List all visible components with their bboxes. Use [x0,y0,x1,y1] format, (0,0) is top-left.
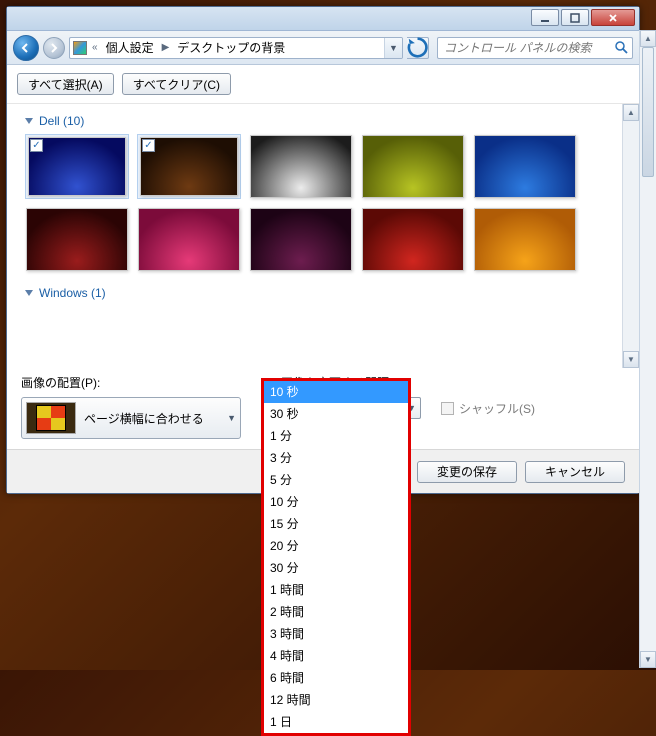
address-dropdown[interactable]: ▼ [384,38,402,58]
shuffle-label: シャッフル(S) [459,400,535,417]
wallpaper-thumbnail[interactable]: ✓ [25,134,129,199]
position-value: ページ横幅に合わせる [84,410,219,427]
address-bar[interactable]: « 個人設定 ▶ デスクトップの背景 ▼ [69,37,403,59]
interval-option[interactable]: 30 分 [264,557,408,579]
interval-option[interactable]: 20 分 [264,535,408,557]
group-windows[interactable]: Windows (1) [25,282,612,306]
select-all-button[interactable]: すべて選択(A) [17,73,114,95]
search-box[interactable] [437,37,633,59]
wallpaper-image [474,135,576,198]
interval-option[interactable]: 15 分 [264,513,408,535]
interval-option[interactable]: 1 日 [264,711,408,733]
maximize-button[interactable] [561,9,589,26]
wallpaper-thumbnail[interactable] [361,134,465,199]
titlebar [7,7,639,31]
search-input[interactable] [438,41,610,55]
interval-option[interactable]: 2 時間 [264,601,408,623]
interval-option[interactable]: 4 時間 [264,645,408,667]
checkbox-box [441,402,454,415]
check-icon: ✓ [142,139,155,152]
group-dell[interactable]: Dell (10) [25,110,612,134]
interval-option[interactable]: 1 時間 [264,579,408,601]
wallpaper-thumbnail[interactable] [249,207,353,272]
interval-option[interactable]: 12 時間 [264,689,408,711]
breadcrumb-personalization[interactable]: 個人設定 [100,38,160,58]
interval-option[interactable]: 30 秒 [264,403,408,425]
interval-option[interactable]: 10 分 [264,491,408,513]
shuffle-checkbox[interactable]: シャッフル(S) [441,400,535,417]
interval-dropdown-list[interactable]: 10 秒30 秒1 分3 分5 分10 分15 分20 分30 分1 時間2 時… [261,378,411,736]
group-dell-label: Dell (10) [39,114,84,128]
wallpaper-image [250,135,352,198]
refresh-button[interactable] [407,37,429,59]
search-icon[interactable] [610,41,632,54]
wallpaper-thumbnail[interactable] [361,207,465,272]
wallpaper-thumbnail[interactable] [249,134,353,199]
collapse-icon [25,118,33,124]
group-windows-label: Windows (1) [39,286,106,300]
clear-all-button[interactable]: すべてクリア(C) [122,73,231,95]
wallpaper-image [474,208,576,271]
wallpaper-image [138,208,240,271]
nav-forward-button[interactable] [43,37,65,59]
wallpaper-thumbnail[interactable] [137,207,241,272]
toolbar: すべて選択(A) すべてクリア(C) [7,65,639,104]
wallpaper-thumbnail[interactable] [473,134,577,199]
wallpaper-image [362,135,464,198]
wallpaper-thumbnail[interactable] [25,207,129,272]
collapse-icon [25,290,33,296]
wallpaper-grid: ✓✓ [25,134,612,272]
minimize-button[interactable] [531,9,559,26]
save-changes-button[interactable]: 変更の保存 [417,461,517,483]
content-area: Dell (10) ✓✓ Windows (1) ▲ ▼ [7,104,639,368]
chevron-right-icon: ▶ [160,42,172,53]
breadcrumb-desktop-background[interactable]: デスクトップの背景 [171,38,291,58]
wallpaper-image [250,208,352,271]
position-thumbnail [26,402,76,434]
interval-option[interactable]: 6 時間 [264,667,408,689]
wallpaper-image [26,208,128,271]
scroll-down-button[interactable]: ▼ [623,351,639,368]
addr-prefix: « [90,42,100,53]
scrollbar-thumb[interactable] [642,47,654,177]
navigation-bar: « 個人設定 ▶ デスクトップの背景 ▼ [7,31,639,65]
picture-position-dropdown[interactable]: ページ横幅に合わせる ▼ [21,397,241,439]
wallpaper-image [362,208,464,271]
scroll-down-button[interactable]: ▼ [640,651,656,668]
chevron-down-icon: ▼ [227,413,236,423]
interval-option[interactable]: 3 分 [264,447,408,469]
control-panel-icon [70,38,90,58]
position-label: 画像の配置(P): [21,374,241,391]
content-scrollbar[interactable]: ▲ ▼ [622,104,639,368]
wallpaper-thumbnail[interactable] [473,207,577,272]
check-icon: ✓ [30,139,43,152]
scroll-up-button[interactable]: ▲ [640,30,656,47]
scroll-up-button[interactable]: ▲ [623,104,639,121]
wallpaper-thumbnail[interactable]: ✓ [137,134,241,199]
outer-scrollbar[interactable]: ▲ ▼ [639,30,656,668]
interval-option[interactable]: 5 分 [264,469,408,491]
cancel-button[interactable]: キャンセル [525,461,625,483]
interval-option[interactable]: 1 分 [264,425,408,447]
interval-option[interactable]: 3 時間 [264,623,408,645]
close-button[interactable] [591,9,635,26]
interval-option[interactable]: 10 秒 [264,381,408,403]
nav-back-button[interactable] [13,35,39,61]
